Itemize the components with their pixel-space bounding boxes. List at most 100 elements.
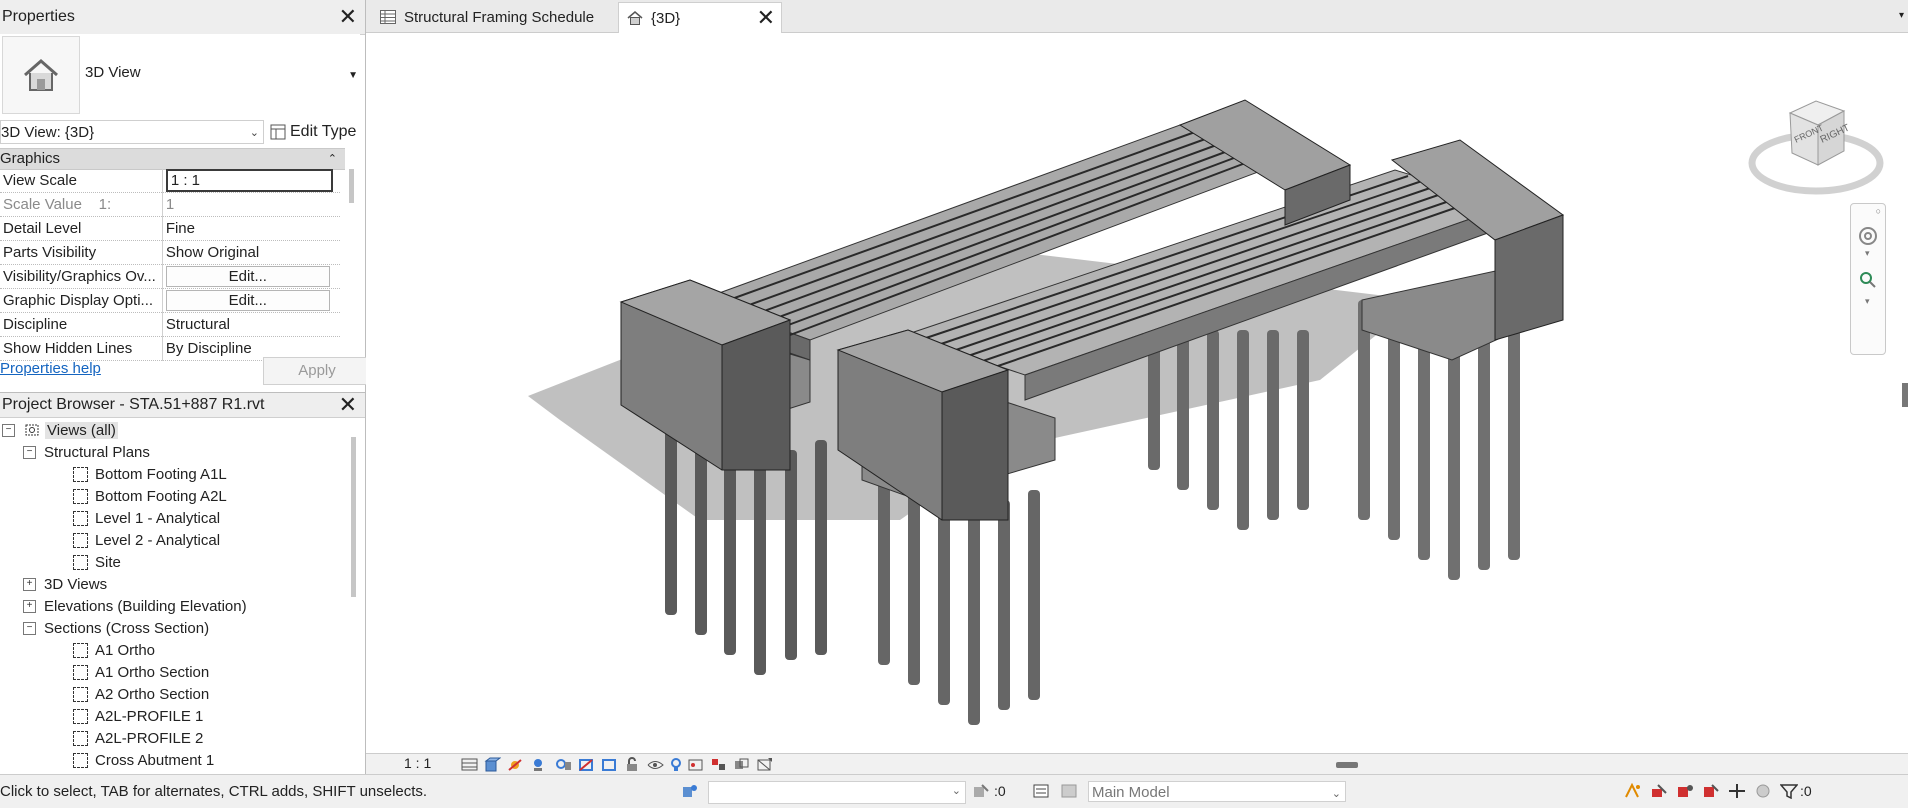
drag-elements-icon[interactable] [1728, 783, 1746, 799]
chevron-down-icon[interactable]: ▾ [1899, 10, 1904, 21]
collapse-icon[interactable]: − [2, 423, 15, 437]
expand-icon[interactable]: + [23, 599, 36, 613]
prop-value[interactable]: Fine [162, 216, 340, 241]
tree-leaf[interactable]: A1 Ortho Section [73, 661, 209, 683]
house-icon [627, 11, 643, 25]
tree-node-elevations[interactable]: + Elevations (Building Elevation) [23, 595, 247, 617]
prop-row-view-scale[interactable]: View Scale 1 : 1 [0, 169, 340, 193]
tree-leaf[interactable]: A2L-PROFILE 2 [73, 727, 203, 749]
active-workset-select[interactable]: ⌄ [708, 781, 966, 804]
type-selector[interactable]: 3D View ▼ [0, 34, 360, 116]
tab-3d-view[interactable]: {3D} ✕ [618, 2, 782, 33]
reveal-constraints-icon[interactable] [756, 757, 773, 772]
tree-node-views-all[interactable]: − Views (all) [2, 419, 118, 441]
visual-style-icon[interactable] [484, 757, 501, 772]
prop-value[interactable]: Structural [162, 312, 340, 337]
properties-panel: Properties ✕ 3D View ▼ 3D View: {3D} ⌄ E… [0, 0, 371, 392]
steering-wheel-icon[interactable] [1858, 226, 1878, 246]
collapse-icon[interactable]: − [23, 445, 36, 459]
chevron-down-icon[interactable]: ▾ [1865, 248, 1870, 259]
tree-label: A2L-PROFILE 1 [95, 707, 204, 725]
tree-leaf[interactable]: Level 2 - Analytical [73, 529, 220, 551]
graphic-display-edit-button[interactable]: Edit... [165, 290, 330, 311]
sun-path-icon[interactable] [507, 757, 524, 772]
tree-leaf[interactable]: Cross Abutment 1 [73, 749, 214, 771]
background-processes-icon[interactable] [1754, 783, 1772, 799]
prop-row-graphic-display[interactable]: Graphic Display Opti... Edit... [0, 288, 340, 313]
select-links-icon[interactable] [1624, 783, 1642, 799]
show-crop-region-icon[interactable] [601, 757, 618, 772]
canvas-horizontal-scrollbar[interactable] [1336, 762, 1358, 768]
tree-leaf[interactable]: Bottom Footing A2L [73, 485, 227, 507]
house-icon [2, 36, 80, 114]
graphics-group-header[interactable]: Graphics ⌃ [0, 148, 345, 170]
tab-label: {3D} [651, 9, 681, 27]
analytical-model-icon[interactable] [710, 757, 727, 772]
tree-leaf[interactable]: A2 Ortho Section [73, 683, 209, 705]
select-by-face-icon[interactable] [1702, 783, 1720, 799]
prop-value[interactable]: Show Original [162, 240, 340, 265]
prop-row-parts-visibility[interactable]: Parts Visibility Show Original [0, 240, 340, 265]
tree-node-sections[interactable]: − Sections (Cross Section) [23, 617, 209, 639]
dropdown-arrow-icon[interactable]: ▼ [348, 70, 358, 81]
prop-row-discipline[interactable]: Discipline Structural [0, 312, 340, 337]
close-icon[interactable]: ○ [1876, 206, 1881, 216]
prop-row-detail-level[interactable]: Detail Level Fine [0, 216, 340, 241]
tree-leaf[interactable]: Level 1 - Analytical [73, 507, 220, 529]
tab-structural-framing-schedule[interactable]: Structural Framing Schedule [372, 2, 620, 32]
apply-button[interactable]: Apply [263, 357, 371, 385]
view-icon [73, 510, 88, 526]
worksharing-display-icon[interactable] [687, 757, 704, 772]
tree-label: A1 Ortho Section [95, 663, 210, 681]
select-pinned-icon[interactable] [1676, 783, 1694, 799]
bridge-3d-model[interactable] [366, 33, 1908, 753]
design-option-select[interactable]: Main Model ⌄ [1088, 781, 1346, 802]
prop-row-visibility-graphics[interactable]: Visibility/Graphics Ov... Edit... [0, 264, 340, 289]
tree-leaf[interactable]: Site [73, 551, 121, 573]
tree-node-structural-plans[interactable]: − Structural Plans [23, 441, 150, 463]
view-icon [73, 488, 88, 504]
view-cube[interactable]: FRONT RIGHT [1746, 85, 1886, 205]
browser-scrollbar[interactable] [351, 437, 356, 597]
tree-node-3d-views[interactable]: + 3D Views [23, 573, 107, 595]
view-scale-label[interactable]: 1 : 1 [404, 755, 431, 771]
filter-icon[interactable] [1780, 783, 1798, 799]
expand-icon[interactable]: + [23, 577, 36, 591]
collapse-icon[interactable]: ⌃ [328, 149, 337, 169]
properties-help-link[interactable]: Properties help [0, 360, 101, 377]
edit-type-button[interactable]: Edit Type [270, 120, 356, 144]
rendering-icon[interactable] [555, 757, 572, 772]
shadows-icon[interactable] [530, 757, 547, 772]
close-icon[interactable]: ✕ [757, 7, 775, 29]
tree-leaf[interactable]: A2L-PROFILE 1 [73, 705, 203, 727]
crop-view-icon[interactable] [578, 757, 595, 772]
prop-name: Visibility/Graphics Ov... [0, 264, 163, 289]
edit-type-icon [270, 124, 286, 140]
canvas-vertical-scrollbar[interactable] [1902, 383, 1908, 407]
collapse-icon[interactable]: − [23, 621, 36, 635]
zoom-icon[interactable] [1858, 270, 1878, 290]
detail-level-icon[interactable] [461, 757, 478, 772]
worksets-icon[interactable] [681, 783, 699, 799]
3d-view-canvas[interactable]: FRONT RIGHT ○ ▾ ▾ [366, 33, 1908, 753]
vg-edit-button[interactable]: Edit... [165, 266, 330, 287]
view-icon [73, 730, 88, 746]
close-icon[interactable]: ✕ [339, 394, 357, 416]
tree-label: 3D Views [44, 575, 108, 593]
highlight-displacement-icon[interactable] [733, 757, 750, 772]
temporary-hide-icon[interactable] [647, 757, 664, 772]
tree-leaf[interactable]: A1 Ortho [73, 639, 155, 661]
tree-leaf[interactable]: Bottom Footing A1L [73, 463, 227, 485]
chevron-down-icon[interactable]: ▾ [1865, 296, 1870, 307]
view-instance-select[interactable]: 3D View: {3D} ⌄ [0, 120, 264, 144]
properties-scrollbar[interactable] [349, 169, 354, 203]
design-options-icon[interactable] [1032, 783, 1050, 799]
tree-label: Views (all) [45, 421, 118, 439]
lightbulb-icon[interactable] [668, 757, 685, 772]
close-icon[interactable]: ✕ [339, 6, 357, 28]
unlocked-view-icon[interactable] [624, 757, 641, 772]
exclude-options-icon[interactable] [1060, 783, 1078, 799]
editable-only-icon[interactable] [972, 783, 990, 799]
view-scale-input[interactable]: 1 : 1 [165, 169, 333, 192]
select-underlay-icon[interactable] [1650, 783, 1668, 799]
